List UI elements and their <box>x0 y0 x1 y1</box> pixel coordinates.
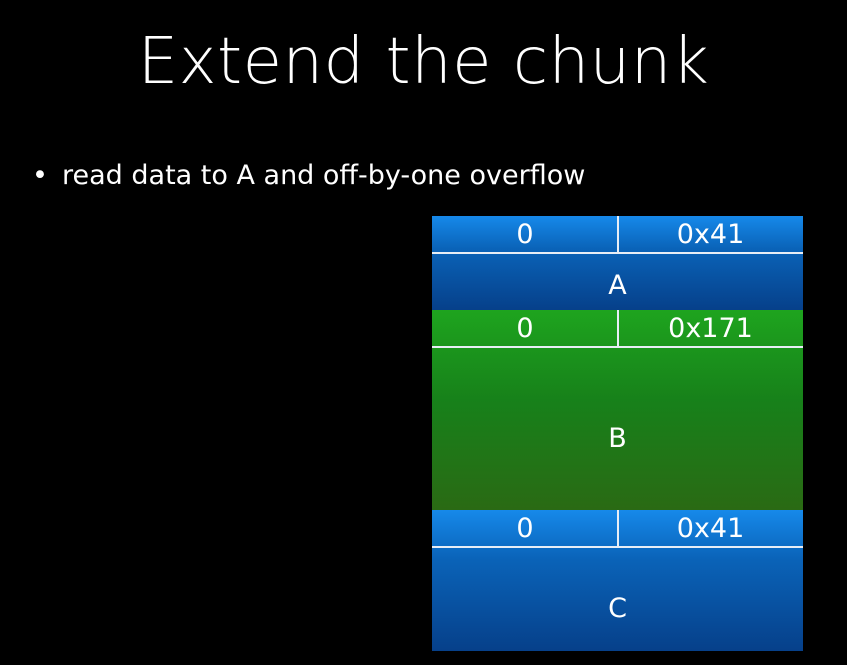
chunk-a-size: 0x41 <box>676 219 745 250</box>
chunk-c-header: 0 0x41 <box>432 510 803 548</box>
chunk-a-label: A <box>608 270 627 301</box>
slide-title: Extend the chunk <box>137 25 710 99</box>
bullet-text: read data to A and off-by-one overflow <box>62 160 586 191</box>
bullet-dot-icon: • <box>32 160 48 191</box>
chunk-b-prev-size: 0 <box>516 313 534 344</box>
chunk-b: 0 0x171 B <box>432 310 803 510</box>
chunk-c-size: 0x41 <box>676 513 745 544</box>
chunk-c: 0 0x41 C <box>432 510 803 651</box>
chunk-b-size: 0x171 <box>668 313 753 344</box>
chunk-b-header: 0 0x171 <box>432 310 803 348</box>
chunk-a-prev-size: 0 <box>516 219 534 250</box>
heap-chunk-diagram: 0 0x41 A 0 0x171 B 0 0x41 C <box>432 216 803 651</box>
chunk-a: 0 0x41 A <box>432 216 803 310</box>
chunk-c-label: C <box>608 593 627 624</box>
chunk-b-label: B <box>608 423 627 454</box>
chunk-c-prev-size: 0 <box>516 513 534 544</box>
bullet-item: • read data to A and off-by-one overflow <box>32 156 585 196</box>
chunk-a-header: 0 0x41 <box>432 216 803 254</box>
